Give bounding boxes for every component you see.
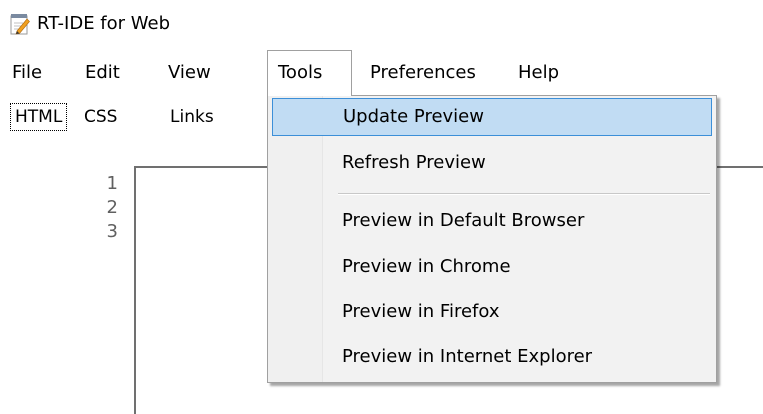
menu-view[interactable]: View (168, 50, 211, 96)
line-number: 2 (106, 197, 118, 218)
menu-item-refresh-preview[interactable]: Refresh Preview (272, 144, 712, 182)
menu-bar: File Edit View Tools Preferences Help (0, 50, 763, 96)
app-window: RT-IDE for Web File Edit View Tools Pref… (0, 0, 763, 414)
window-title: RT-IDE for Web (37, 13, 171, 34)
tab-links[interactable]: Links (170, 103, 214, 131)
menu-item-preview-firefox[interactable]: Preview in Firefox (272, 293, 712, 331)
menu-item-preview-default-browser[interactable]: Preview in Default Browser (272, 202, 712, 240)
menu-tools[interactable]: Tools (267, 50, 352, 96)
menu-edit[interactable]: Edit (85, 50, 120, 96)
menu-file[interactable]: File (12, 50, 42, 96)
tab-css[interactable]: CSS (84, 103, 117, 131)
menu-item-preview-internet-explorer[interactable]: Preview in Internet Explorer (272, 338, 712, 376)
title-bar: RT-IDE for Web (0, 0, 763, 50)
notepad-pencil-icon (10, 14, 30, 35)
tab-html[interactable]: HTML (10, 103, 68, 131)
tools-dropdown-menu: Update Preview Refresh Preview Preview i… (267, 95, 717, 383)
menu-help[interactable]: Help (518, 50, 559, 96)
line-number-gutter: 1 2 3 (96, 172, 118, 244)
line-number: 3 (106, 221, 118, 242)
menu-item-preview-chrome[interactable]: Preview in Chrome (272, 248, 712, 286)
menu-preferences[interactable]: Preferences (370, 50, 476, 96)
menu-separator (338, 193, 710, 195)
menu-item-update-preview[interactable]: Update Preview (272, 98, 712, 136)
line-number: 1 (106, 173, 118, 194)
